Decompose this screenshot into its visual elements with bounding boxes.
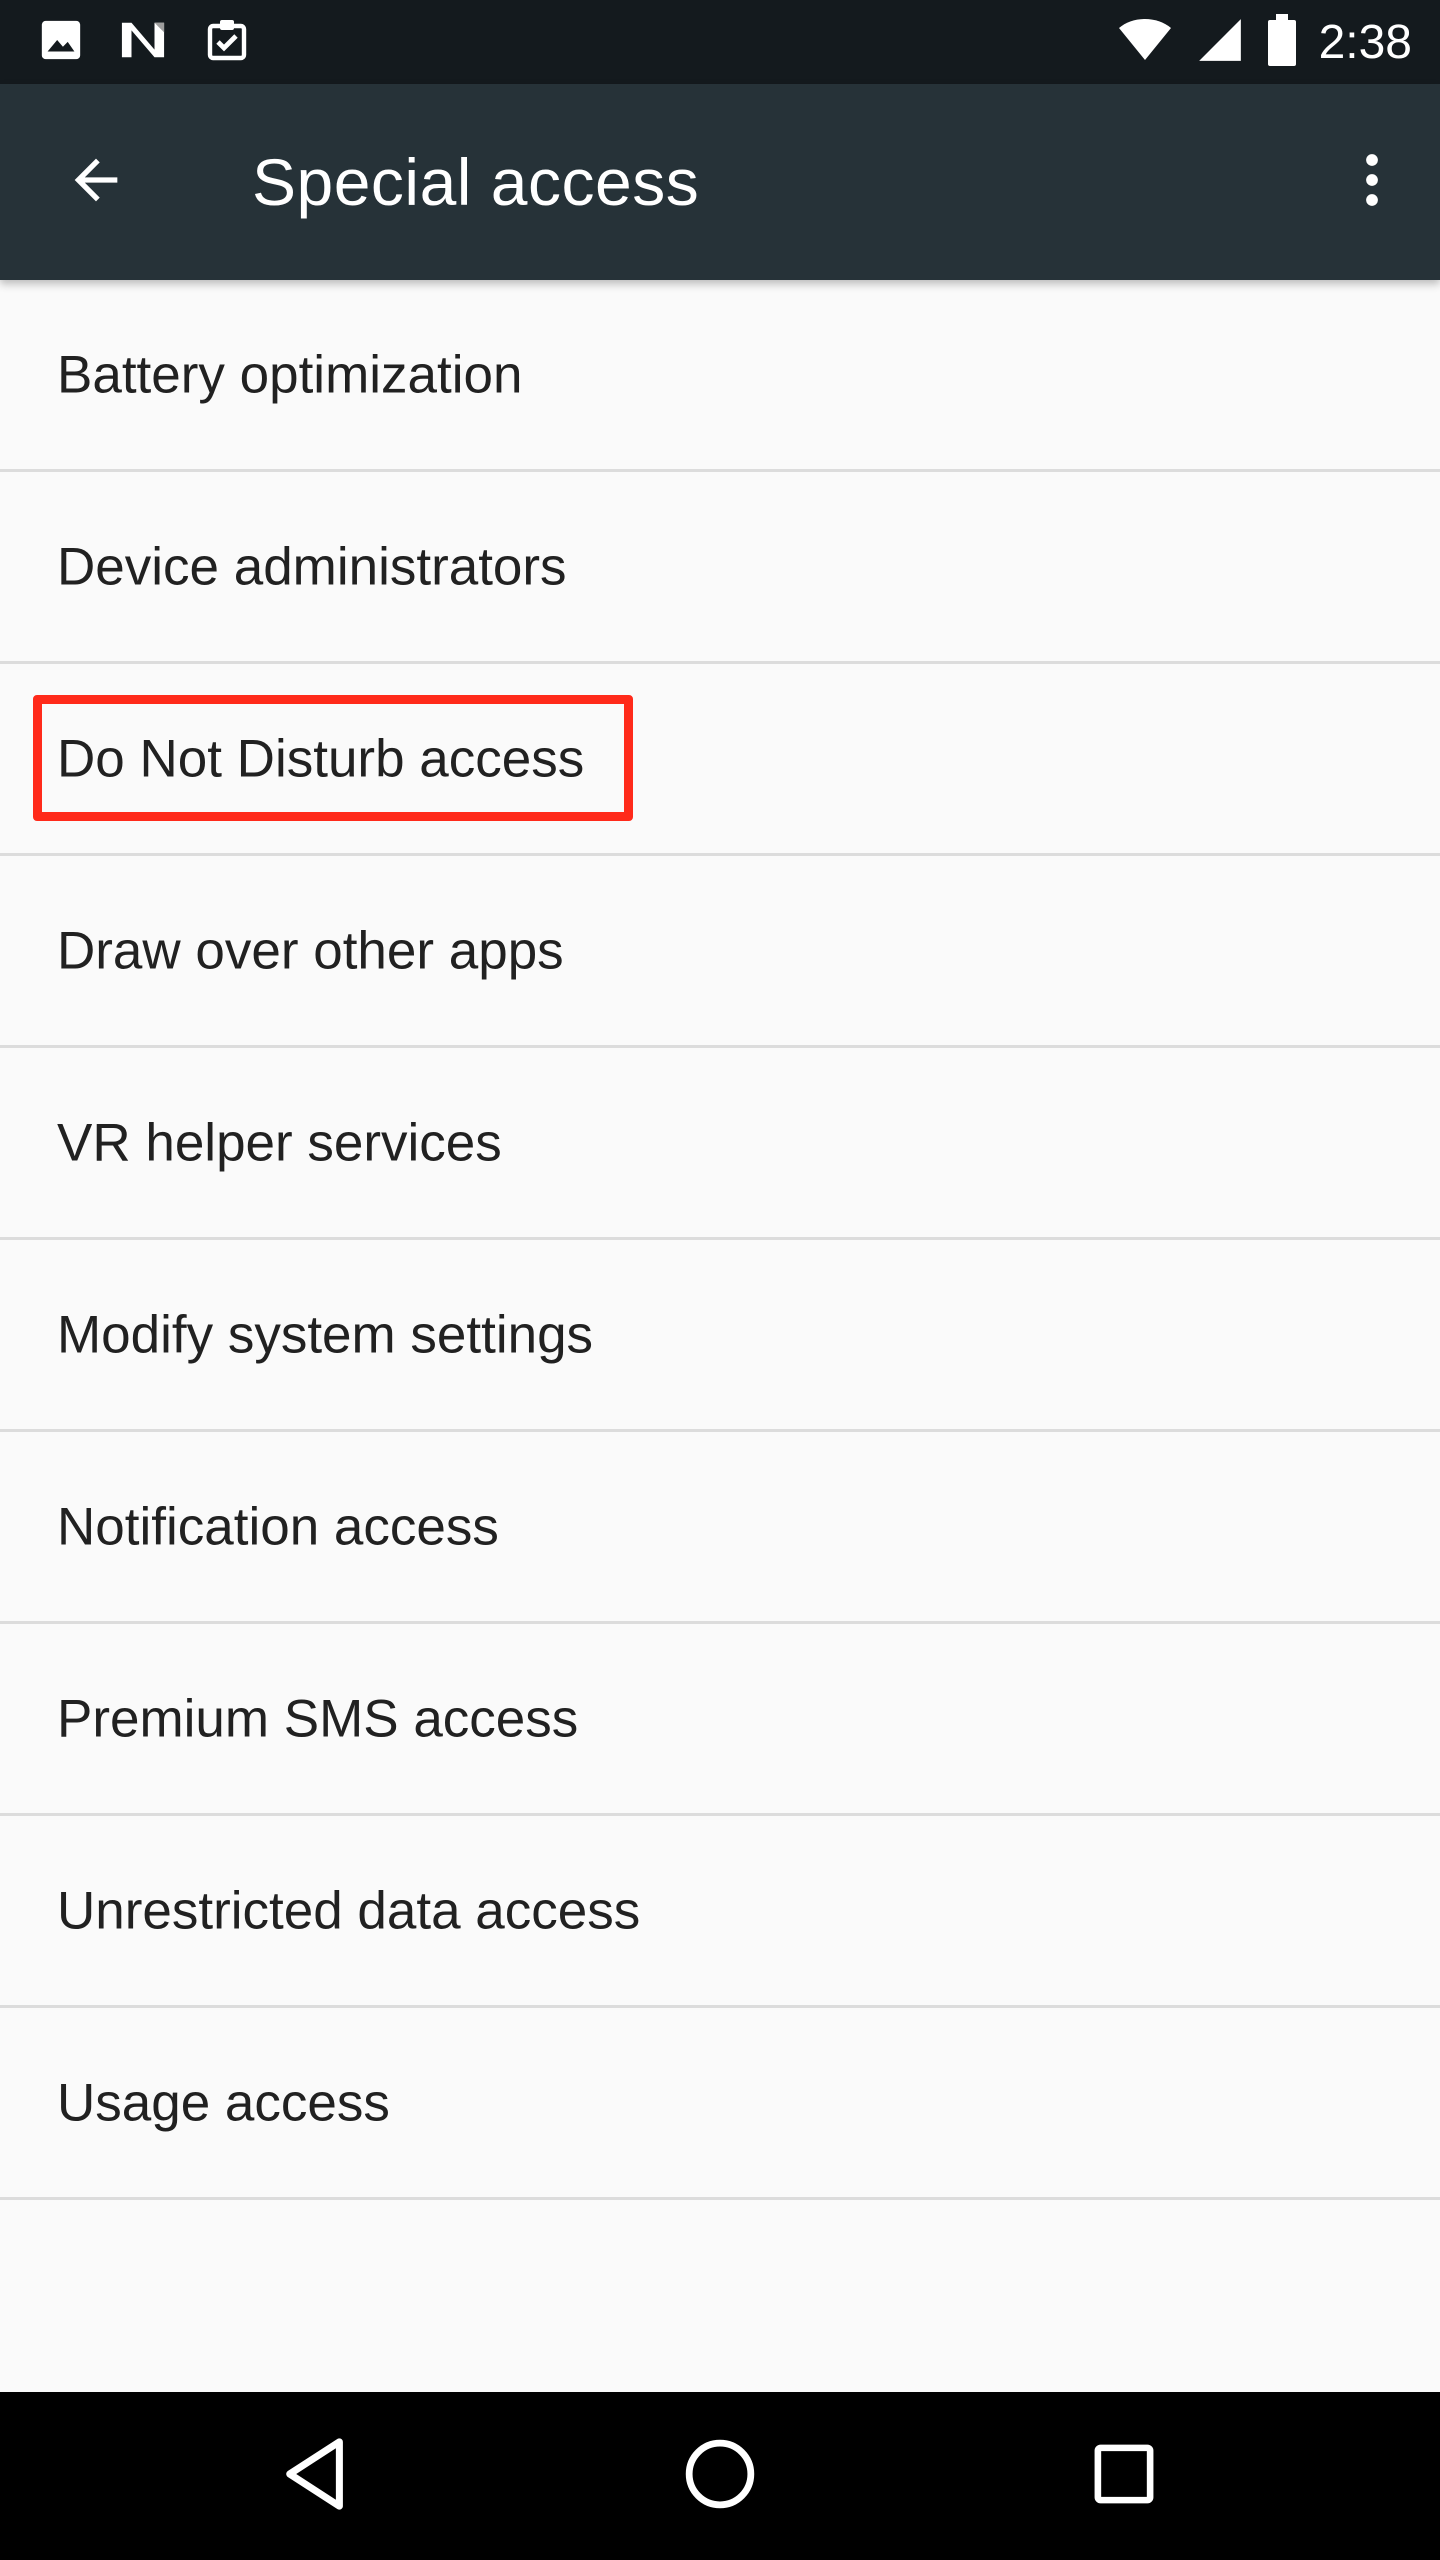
back-button[interactable] [48,134,144,230]
list-item-do-not-disturb-access[interactable]: Do Not Disturb access [0,664,1440,856]
page-title: Special access [252,145,700,219]
nav-recents-button[interactable] [1074,2426,1174,2526]
navigation-bar [0,2392,1440,2560]
list-item-label: Unrestricted data access [57,1881,641,1940]
list-item-label: Do Not Disturb access [57,729,585,788]
list-item-battery-optimization[interactable]: Battery optimization [0,280,1440,472]
n-notification-icon [118,17,168,68]
list-item-modify-system-settings[interactable]: Modify system settings [0,1240,1440,1432]
app-bar: Special access [0,84,1440,280]
more-vert-icon [1340,148,1404,217]
list-item-label: Usage access [57,2073,390,2132]
list-item-label: Notification access [57,1497,499,1556]
status-system: 2:38 [1117,13,1412,71]
list-item-label: Battery optimization [57,345,523,404]
back-triangle-icon [280,2436,352,2517]
list-item-label: Draw over other apps [57,921,564,980]
list-item-vr-helper-services[interactable]: VR helper services [0,1048,1440,1240]
list-item-label: Premium SMS access [57,1689,579,1748]
status-time: 2:38 [1318,15,1412,69]
status-notifications [38,18,250,66]
image-icon [38,17,84,68]
list-item-unrestricted-data-access[interactable]: Unrestricted data access [0,1816,1440,2008]
special-access-list: Battery optimization Device administrato… [0,280,1440,2200]
recents-square-icon [1091,2441,1157,2512]
list-item-label: Device administrators [57,537,567,596]
wifi-icon [1117,16,1173,69]
overflow-menu-button[interactable] [1324,134,1420,230]
arrow-back-icon [64,148,128,217]
status-bar: 2:38 [0,0,1440,84]
battery-icon [1267,13,1297,71]
list-item-draw-over-other-apps[interactable]: Draw over other apps [0,856,1440,1048]
cell-signal-icon [1195,15,1245,70]
screen: 2:38 Special access Battery optimization… [0,0,1440,2560]
list-item-notification-access[interactable]: Notification access [0,1432,1440,1624]
clipboard-check-icon [202,16,250,69]
list-item-device-administrators[interactable]: Device administrators [0,472,1440,664]
list-item-premium-sms-access[interactable]: Premium SMS access [0,1624,1440,1816]
nav-home-button[interactable] [670,2426,770,2526]
list-item-usage-access[interactable]: Usage access [0,2008,1440,2200]
list-item-label: VR helper services [57,1113,502,1172]
home-circle-icon [683,2437,757,2516]
nav-back-button[interactable] [266,2426,366,2526]
list-item-label: Modify system settings [57,1305,594,1364]
